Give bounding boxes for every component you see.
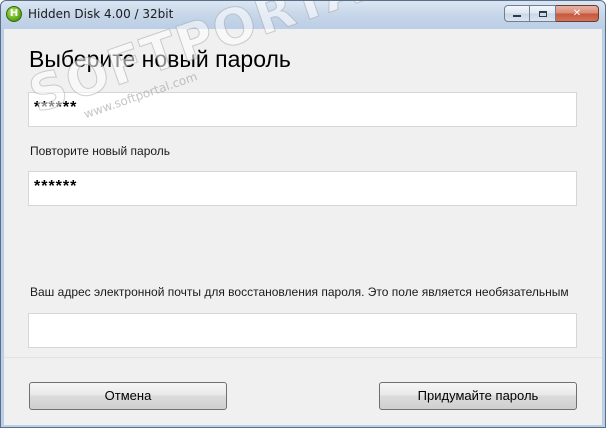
app-icon[interactable]: H xyxy=(6,6,22,22)
maximize-icon xyxy=(538,10,547,17)
repeat-password-field[interactable]: ****** xyxy=(28,171,577,206)
dialog-body: Выберите новый пароль ****** Повторите н… xyxy=(4,29,602,425)
caption-buttons: ✕ xyxy=(504,5,599,23)
repeat-password-label: Повторите новый пароль xyxy=(30,144,171,158)
maximize-button[interactable] xyxy=(530,5,556,22)
minimize-icon xyxy=(513,15,521,17)
email-label: Ваш адрес электронной почты для восстано… xyxy=(30,285,569,299)
email-field[interactable] xyxy=(28,313,577,348)
title-bar[interactable]: H Hidden Disk 4.00 / 32bit ✕ xyxy=(1,1,605,29)
cancel-button[interactable]: Отмена xyxy=(29,382,227,410)
close-button[interactable]: ✕ xyxy=(556,5,599,22)
minimize-button[interactable] xyxy=(504,5,530,22)
close-icon: ✕ xyxy=(572,8,582,19)
page-title: Выберите новый пароль xyxy=(29,46,291,72)
create-password-button[interactable]: Придумайте пароль xyxy=(379,382,577,410)
new-password-field[interactable]: ****** xyxy=(28,92,577,127)
app-window: H Hidden Disk 4.00 / 32bit ✕ Выберите но… xyxy=(0,0,606,428)
window-title: Hidden Disk 4.00 / 32bit xyxy=(28,7,174,21)
footer-divider xyxy=(4,357,602,358)
